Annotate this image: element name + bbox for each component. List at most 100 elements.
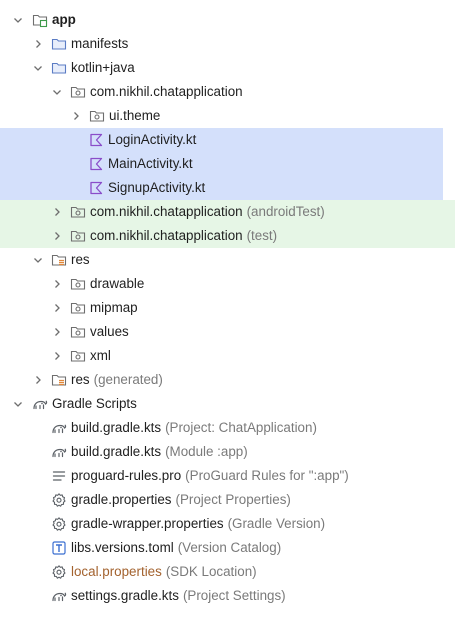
tree-item-label: kotlin+java — [71, 60, 135, 75]
project-tree: app manifests kotlin+java com.nikhil.cha… — [0, 8, 455, 608]
tree-item-label: manifests — [71, 36, 129, 51]
tree-item-signup-activity[interactable]: SignupActivity.kt — [0, 176, 443, 200]
chevron-right-icon[interactable] — [51, 344, 63, 368]
package-icon — [70, 224, 86, 248]
package-icon — [70, 320, 86, 344]
tree-item-build-gradle-module[interactable]: build.gradle.kts (Module :app) — [0, 440, 455, 464]
package-icon — [70, 344, 86, 368]
gradle-icon — [32, 392, 48, 416]
folder-icon — [51, 56, 67, 80]
tree-item-label: LoginActivity.kt — [108, 132, 197, 147]
tree-item-login-activity[interactable]: LoginActivity.kt — [0, 128, 443, 152]
tree-item-label: mipmap — [90, 300, 138, 315]
tree-item-label: values — [90, 324, 129, 339]
tree-item-kotlin-java[interactable]: kotlin+java — [0, 56, 455, 80]
chevron-down-icon[interactable] — [51, 80, 63, 104]
tree-item-label: com.nikhil.chatapplication — [90, 84, 243, 99]
tree-item-main-activity[interactable]: MainActivity.kt — [0, 152, 443, 176]
tree-item-label: build.gradle.kts — [71, 444, 162, 459]
tree-item-hint: (Project Settings) — [182, 588, 286, 603]
tree-item-label: ui.theme — [109, 108, 161, 123]
settings-gear-icon — [51, 560, 67, 584]
kotlin-file-icon — [88, 176, 104, 200]
tree-item-hint: (test) — [246, 228, 278, 243]
chevron-down-icon[interactable] — [12, 8, 24, 32]
tree-item-hint: (Version Catalog) — [177, 540, 282, 555]
tree-item-settings-gradle[interactable]: settings.gradle.kts (Project Settings) — [0, 584, 455, 608]
tree-item-hint: (Gradle Version) — [227, 516, 326, 531]
kotlin-file-icon — [88, 152, 104, 176]
chevron-down-icon[interactable] — [12, 392, 24, 416]
gradle-icon — [51, 584, 67, 608]
gradle-icon — [51, 440, 67, 464]
tree-item-hint: (Project: ChatApplication) — [165, 420, 317, 435]
tree-item-app[interactable]: app — [0, 8, 455, 32]
tree-item-label: build.gradle.kts — [71, 420, 162, 435]
tree-item-values[interactable]: values — [0, 320, 455, 344]
tree-item-package-main[interactable]: com.nikhil.chatapplication — [0, 80, 455, 104]
tree-item-hint: (generated) — [93, 372, 163, 387]
tree-item-label: res — [71, 252, 90, 267]
chevron-right-icon[interactable] — [51, 272, 63, 296]
tree-item-label: proguard-rules.pro — [71, 468, 182, 483]
tree-item-drawable[interactable]: drawable — [0, 272, 455, 296]
chevron-right-icon[interactable] — [51, 200, 63, 224]
tree-item-label: libs.versions.toml — [71, 540, 174, 555]
tree-item-package-test[interactable]: com.nikhil.chatapplication (test) — [0, 224, 455, 248]
chevron-right-icon[interactable] — [51, 224, 63, 248]
chevron-right-icon[interactable] — [32, 368, 44, 392]
kotlin-file-icon — [88, 128, 104, 152]
tree-item-ui-theme[interactable]: ui.theme — [0, 104, 455, 128]
tree-item-label: settings.gradle.kts — [71, 588, 179, 603]
tree-item-label: xml — [90, 348, 111, 363]
tree-item-label: gradle.properties — [71, 492, 172, 507]
tree-item-hint: (ProGuard Rules for ":app") — [185, 468, 349, 483]
chevron-down-icon[interactable] — [32, 56, 44, 80]
resource-folder-icon — [51, 248, 67, 272]
tree-item-res-generated[interactable]: res (generated) — [0, 368, 455, 392]
package-icon — [70, 296, 86, 320]
chevron-right-icon[interactable] — [51, 320, 63, 344]
text-lines-icon — [51, 464, 67, 488]
tree-item-label: drawable — [90, 276, 145, 291]
tree-item-label: app — [52, 12, 76, 27]
chevron-down-icon[interactable] — [32, 248, 44, 272]
tree-item-label: Gradle Scripts — [52, 396, 137, 411]
tree-item-manifests[interactable]: manifests — [0, 32, 455, 56]
tree-item-mipmap[interactable]: mipmap — [0, 296, 455, 320]
tree-item-hint: (Module :app) — [165, 444, 248, 459]
package-icon — [70, 272, 86, 296]
package-icon — [70, 200, 86, 224]
toml-file-icon — [51, 536, 67, 560]
chevron-right-icon[interactable] — [70, 104, 82, 128]
settings-gear-icon — [51, 488, 67, 512]
tree-item-proguard-rules[interactable]: proguard-rules.pro (ProGuard Rules for "… — [0, 464, 455, 488]
tree-item-xml[interactable]: xml — [0, 344, 455, 368]
tree-item-libs-versions-toml[interactable]: libs.versions.toml (Version Catalog) — [0, 536, 455, 560]
tree-item-label: com.nikhil.chatapplication — [90, 228, 243, 243]
package-icon — [70, 80, 86, 104]
tree-item-package-android-test[interactable]: com.nikhil.chatapplication (androidTest) — [0, 200, 455, 224]
module-folder-icon — [32, 8, 48, 32]
tree-item-res[interactable]: res — [0, 248, 455, 272]
tree-item-gradle-properties[interactable]: gradle.properties (Project Properties) — [0, 488, 455, 512]
tree-item-hint: (androidTest) — [246, 204, 325, 219]
tree-item-build-gradle-project[interactable]: build.gradle.kts (Project: ChatApplicati… — [0, 416, 455, 440]
tree-item-local-properties[interactable]: local.properties (SDK Location) — [0, 560, 455, 584]
tree-item-label: gradle-wrapper.properties — [71, 516, 224, 531]
tree-item-label: SignupActivity.kt — [108, 180, 206, 195]
tree-item-gradle-scripts[interactable]: Gradle Scripts — [0, 392, 455, 416]
tree-item-hint: (SDK Location) — [165, 564, 257, 579]
tree-item-label: local.properties — [71, 564, 162, 579]
settings-gear-icon — [51, 512, 67, 536]
resource-folder-icon — [51, 368, 67, 392]
tree-item-label: com.nikhil.chatapplication — [90, 204, 243, 219]
tree-item-label: MainActivity.kt — [108, 156, 193, 171]
tree-item-gradle-wrapper-properties[interactable]: gradle-wrapper.properties (Gradle Versio… — [0, 512, 455, 536]
tree-item-hint: (Project Properties) — [175, 492, 291, 507]
gradle-icon — [51, 416, 67, 440]
tree-item-label: res — [71, 372, 90, 387]
chevron-right-icon[interactable] — [51, 296, 63, 320]
folder-icon — [51, 32, 67, 56]
chevron-right-icon[interactable] — [32, 32, 44, 56]
